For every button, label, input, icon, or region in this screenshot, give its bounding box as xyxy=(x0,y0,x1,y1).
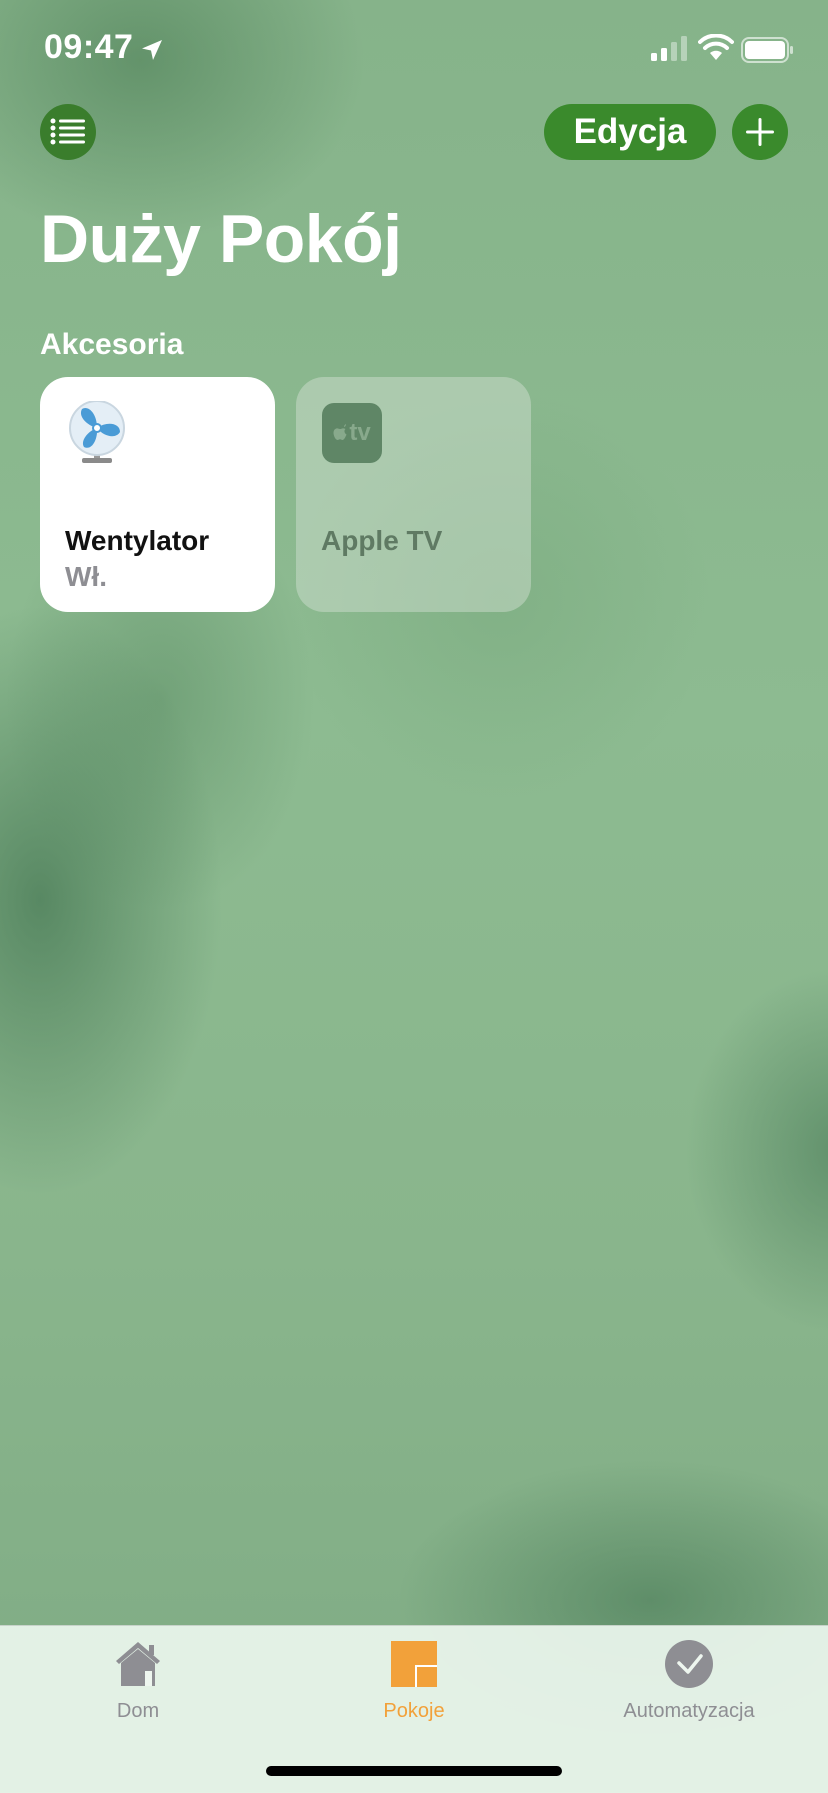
tab-label: Dom xyxy=(116,1700,160,1722)
fan-icon xyxy=(69,401,125,463)
plus-icon xyxy=(746,118,774,146)
battery-icon xyxy=(741,37,793,63)
apple-tv-badge-text: tv xyxy=(349,419,371,446)
accessory-tile-fan[interactable]: Wentylator Wł. xyxy=(40,377,275,612)
status-time: 09:47 xyxy=(44,28,134,66)
location-arrow-icon xyxy=(142,40,162,60)
house-icon xyxy=(116,1642,160,1686)
tab-label: Automatyzacja xyxy=(623,1700,755,1722)
apple-tv-icon: tv xyxy=(322,403,382,463)
signal-icon xyxy=(651,36,687,61)
home-indicator[interactable] xyxy=(266,1766,562,1776)
page-title: Duży Pokój xyxy=(40,201,402,277)
rooms-icon xyxy=(391,1641,437,1687)
automation-icon xyxy=(665,1640,713,1688)
edit-button[interactable]: Edycja xyxy=(544,104,716,160)
list-icon xyxy=(50,118,85,145)
tab-home[interactable]: Dom xyxy=(38,1626,238,1736)
menu-button[interactable] xyxy=(40,104,96,160)
tab-automation[interactable]: Automatyzacja xyxy=(589,1626,789,1736)
section-label-accessories: Akcesoria xyxy=(40,328,184,361)
apple-logo-icon xyxy=(333,424,347,440)
accessory-tile-apple-tv[interactable]: tv Apple TV xyxy=(296,377,531,612)
accessory-status: Wł. xyxy=(65,561,107,592)
wifi-icon xyxy=(698,34,734,60)
accessory-name: Apple TV xyxy=(321,525,443,556)
accessory-name: Wentylator xyxy=(65,525,210,556)
add-button[interactable] xyxy=(732,104,788,160)
tab-label: Pokoje xyxy=(383,1700,445,1722)
tab-rooms[interactable]: Pokoje xyxy=(314,1626,514,1736)
